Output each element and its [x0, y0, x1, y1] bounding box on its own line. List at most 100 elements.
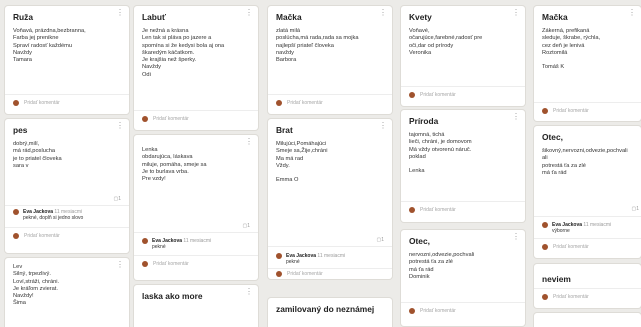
comment-count[interactable]: ▢1: [376, 237, 384, 243]
post-menu-icon[interactable]: ⋮: [379, 9, 387, 17]
post-laska-ako-more[interactable]: ⋮ laska ako more: [134, 285, 258, 327]
post-menu-icon[interactable]: ⋮: [116, 9, 124, 17]
comment-count-value: 1: [247, 223, 250, 229]
post-body: Milujúci,Pomáhajúci Smeje sa,Žije,chráni…: [276, 141, 328, 184]
post-menu-icon[interactable]: ⋮: [512, 113, 520, 121]
comment-count[interactable]: ▢1: [631, 206, 639, 212]
user-avatar-icon: [409, 308, 415, 314]
add-comment-label: Pridať komentár: [24, 100, 60, 106]
divider: [5, 227, 129, 228]
padlet-board: ⋮ Ruža Voňavá, prázdna,bezbranna, Farba …: [0, 0, 641, 327]
post-body: Je nežná a krásna Len tak si pláva po ja…: [142, 28, 225, 78]
divider: [5, 94, 129, 95]
comment-time: 11 mesiacmi: [583, 222, 612, 228]
comment-count[interactable]: ▢1: [242, 223, 250, 229]
post-menu-icon[interactable]: ⋮: [245, 138, 253, 146]
post-body: Voňavá, prázdna,bezbranna, Farba jej pre…: [13, 28, 86, 64]
divider: [268, 268, 392, 269]
post-kvety[interactable]: ⋮ Kvety Voňavé, očarujúce,farebné,radosť…: [401, 6, 525, 106]
post-menu-icon[interactable]: ⋮: [116, 122, 124, 130]
post-menu-icon[interactable]: ⋮: [512, 9, 520, 17]
post-title: Brat: [276, 125, 293, 135]
user-avatar-icon: [542, 222, 548, 228]
post-labut[interactable]: ⋮ Labuť Je nežná a krásna Len tak si plá…: [134, 6, 258, 130]
user-avatar-icon: [142, 116, 148, 122]
user-avatar-icon: [542, 108, 548, 114]
post-macka-barbora[interactable]: ⋮ Mačka zlatá milá poslúcha,má rada,rada…: [268, 6, 392, 114]
divider: [401, 201, 525, 202]
add-comment-label: Pridať komentár: [420, 308, 456, 314]
comment-text: pekné: [152, 244, 166, 251]
add-comment-label: Pridať komentár: [420, 207, 456, 213]
user-avatar-icon: [542, 244, 548, 250]
user-avatar-icon: [13, 209, 19, 215]
post-menu-icon[interactable]: ⋮: [116, 261, 124, 269]
comment: Eva Jackova 11 mesiacmi pekné: [142, 238, 250, 251]
post-title: Ruža: [13, 12, 34, 22]
post-body: nervozni,odvezie,pochvali potrestá ťa za…: [409, 252, 475, 280]
comment-text: pekné, doplň si jedno slovo: [23, 215, 84, 222]
post-lev[interactable]: ⋮ Lev Silný, trpezlivý. Loví,stráži, chr…: [5, 258, 129, 327]
comment-count-value: 1: [381, 237, 384, 243]
post-menu-icon[interactable]: ⋮: [245, 288, 253, 296]
add-comment-button[interactable]: Pridať komentár: [142, 261, 189, 267]
comment-count-value: 1: [118, 196, 121, 202]
add-comment-button[interactable]: Pridať komentár: [409, 207, 456, 213]
post-otec-sikovny[interactable]: Otec, šikovný,nervozni,odvezie,pochvali …: [534, 126, 641, 258]
divider: [401, 86, 525, 87]
post-body: Zákerná, prefikaná sleduje, škrabe, rých…: [542, 28, 601, 71]
post-menu-icon[interactable]: ⋮: [245, 9, 253, 17]
post-body: dobrý,milí, má rád,poslucha je to priate…: [13, 141, 62, 169]
post-priroda[interactable]: ⋮ Príroda tajomná, tichá lieči, chráni, …: [401, 110, 525, 222]
post-body: Lenka obdarujúca, láskava miluje, pomáha…: [142, 147, 207, 183]
comment-time: 11 mesiacmi: [54, 209, 83, 215]
add-comment-button[interactable]: Pridať komentár: [276, 271, 323, 277]
post-menu-icon[interactable]: ⋮: [512, 233, 520, 241]
post-neviem[interactable]: neviem Pridať komentár: [534, 264, 641, 308]
comment-author: Eva Jackova: [286, 253, 317, 259]
comment-author: Eva Jackova: [552, 222, 583, 228]
add-comment-button[interactable]: Pridať komentár: [542, 294, 589, 300]
add-comment-button[interactable]: Pridať komentár: [142, 116, 189, 122]
post-body: zlatá milá poslúcha,má rada,rada sa mojk…: [276, 28, 359, 64]
post-title: Labuť: [142, 12, 167, 22]
divider: [534, 216, 641, 217]
post-title: Mačka: [542, 12, 568, 22]
add-comment-button[interactable]: Pridať komentár: [542, 108, 589, 114]
post-title: Otec,: [409, 236, 430, 246]
add-comment-label: Pridať komentár: [553, 294, 589, 300]
post-ruza[interactable]: ⋮ Ruža Voňavá, prázdna,bezbranna, Farba …: [5, 6, 129, 114]
add-comment-button[interactable]: Pridať komentár: [409, 92, 456, 98]
post-pes[interactable]: ⋮ pes dobrý,milí, má rád,poslucha je to …: [5, 119, 129, 253]
user-avatar-icon: [142, 238, 148, 244]
post-macka-tomas[interactable]: ⋮ Mačka Zákerná, prefikaná sleduje, škra…: [534, 6, 641, 121]
post-body: Voňavé, očarujúce,farebné,radosť pre oči…: [409, 28, 483, 56]
post-title: Otec,: [542, 132, 563, 142]
divider: [134, 255, 258, 256]
user-avatar-icon: [276, 100, 282, 106]
divider: [534, 102, 641, 103]
post-title: neviem: [542, 274, 571, 284]
post-brat[interactable]: ⋮ Brat Milujúci,Pomáhajúci Smeje sa,Žije…: [268, 119, 392, 279]
add-comment-button[interactable]: Pridať komentár: [276, 100, 323, 106]
post-menu-icon[interactable]: ⋮: [379, 122, 387, 130]
divider: [134, 110, 258, 111]
post-partial[interactable]: [534, 313, 641, 327]
post-lenka[interactable]: ⋮ Lenka obdarujúca, láskava miluje, pomá…: [134, 135, 258, 280]
post-otec-dominik[interactable]: ⋮ Otec, nervozni,odvezie,pochvali potres…: [401, 230, 525, 326]
comment-text: výborne: [552, 228, 570, 235]
post-title: Príroda: [409, 116, 439, 126]
post-menu-icon[interactable]: ⋮: [628, 9, 636, 17]
post-body: šikovný,nervozni,odvezie,pochvali ali po…: [542, 148, 628, 176]
comment-time: 11 mesiacmi: [183, 238, 212, 244]
add-comment-label: Pridať komentár: [153, 116, 189, 122]
add-comment-button[interactable]: Pridať komentár: [13, 233, 60, 239]
comment-count-value: 1: [636, 206, 639, 212]
add-comment-button[interactable]: Pridať komentár: [13, 100, 60, 106]
add-comment-button[interactable]: Pridať komentár: [542, 244, 589, 250]
comment-author: Eva Jackova: [23, 209, 54, 215]
add-comment-button[interactable]: Pridať komentár: [409, 308, 456, 314]
user-avatar-icon: [409, 92, 415, 98]
post-zamilovany[interactable]: zamilovaný do neznámej: [268, 298, 392, 327]
comment-count[interactable]: ▢1: [113, 196, 121, 202]
